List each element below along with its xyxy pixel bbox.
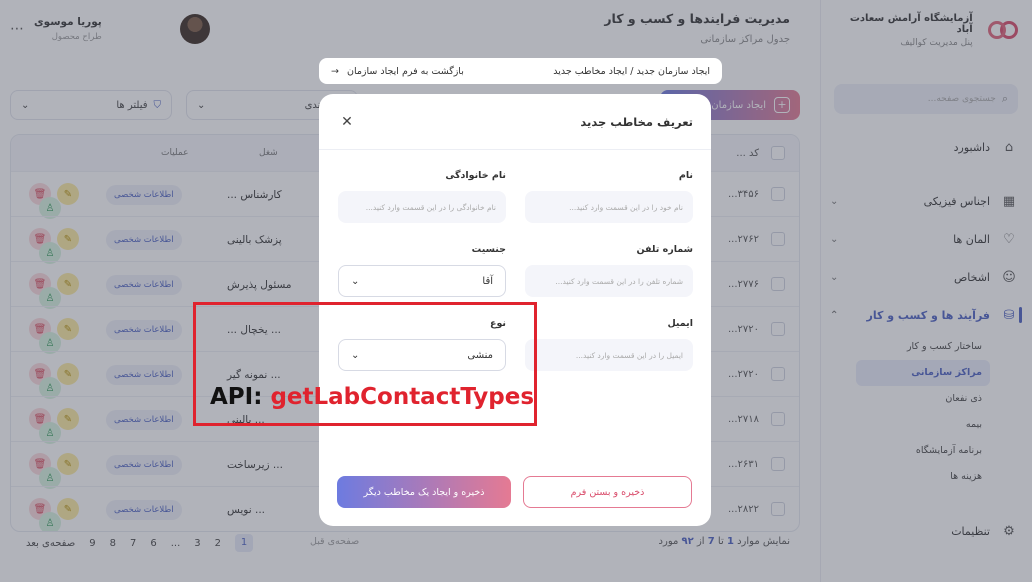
close-icon[interactable]: ✕ bbox=[339, 114, 355, 130]
email-input[interactable]: ایمیل را در این قسمت وارد کنید... bbox=[525, 339, 693, 371]
gender-value: آقا bbox=[482, 275, 493, 287]
api-annotation-value: getLabContactTypes bbox=[270, 384, 535, 410]
chevron-down-icon: ⌄ bbox=[351, 275, 360, 287]
last-name-input[interactable]: نام خانوادگی را در این قسمت وارد کنید... bbox=[338, 191, 506, 223]
phone-field: شماره تلفن شماره تلفن را در این قسمت وار… bbox=[525, 244, 693, 297]
first-name-field: نام نام خود را در این قسمت وارد کنید... bbox=[525, 170, 693, 223]
phone-input[interactable]: شماره تلفن را در این قسمت وارد کنید... bbox=[525, 265, 693, 297]
modal-header: تعریف مخاطب جدید ✕ bbox=[319, 94, 711, 150]
email-field: ایمیل ایمیل را در این قسمت وارد کنید... bbox=[525, 318, 693, 371]
gender-select[interactable]: آقا ⌄ bbox=[338, 265, 506, 297]
last-name-label: نام خانوادگی bbox=[445, 170, 506, 181]
modal-breadcrumb: ایجاد سازمان جدید / ایجاد مخاطب جدید باز… bbox=[319, 58, 722, 84]
first-name-label: نام bbox=[678, 170, 693, 181]
modal-title: تعریف مخاطب جدید bbox=[580, 114, 693, 129]
breadcrumb-path: ایجاد سازمان جدید / ایجاد مخاطب جدید bbox=[553, 65, 710, 77]
back-to-org-form-link[interactable]: بازگشت به فرم ایجاد سازمان → bbox=[331, 66, 464, 77]
last-name-field: نام خانوادگی نام خانوادگی را در این قسمت… bbox=[338, 170, 506, 223]
email-label: ایمیل bbox=[667, 318, 693, 329]
save-and-close-button[interactable]: ذخیره و بستن فرم bbox=[523, 476, 692, 508]
api-annotation-label: API: getLabContactTypes bbox=[210, 384, 534, 410]
api-annotation-prefix: API: bbox=[210, 384, 263, 410]
save-and-new-button[interactable]: ذخیره و ایجاد یک مخاطب دیگر bbox=[337, 476, 511, 508]
phone-label: شماره تلفن bbox=[636, 244, 694, 255]
gender-field: جنسیت آقا ⌄ bbox=[338, 244, 506, 297]
gender-label: جنسیت bbox=[471, 244, 506, 255]
first-name-input[interactable]: نام خود را در این قسمت وارد کنید... bbox=[525, 191, 693, 223]
arrow-left-icon: → bbox=[331, 65, 339, 77]
